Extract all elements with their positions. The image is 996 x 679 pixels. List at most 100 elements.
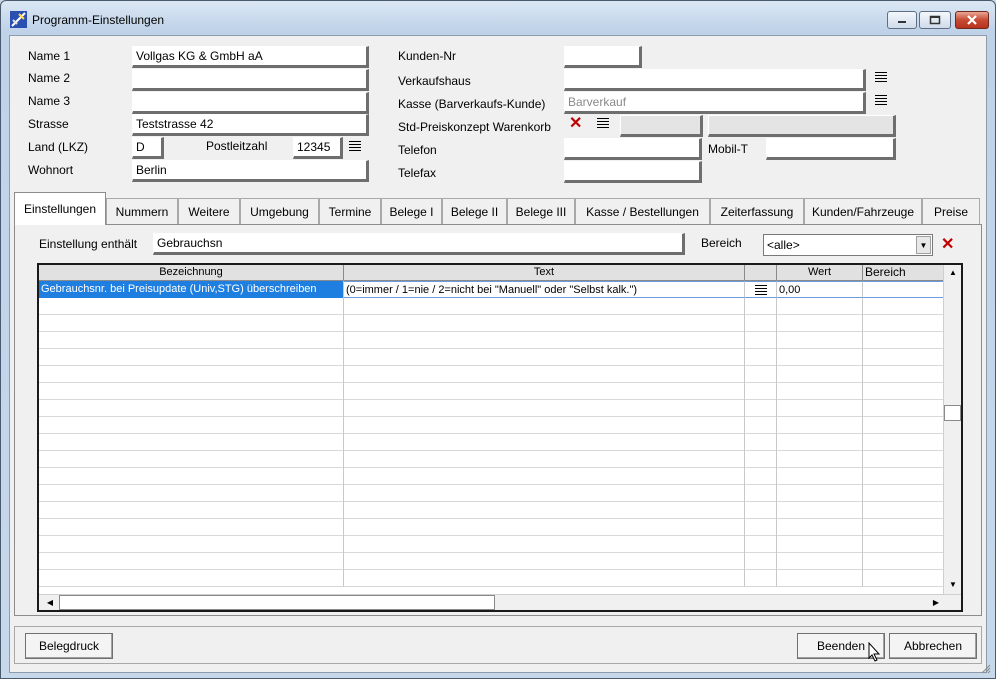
grid-cell[interactable] — [777, 332, 863, 349]
grid-cell[interactable] — [777, 400, 863, 417]
column-header-bereich[interactable]: Bereich — [863, 265, 945, 281]
grid-cell[interactable] — [745, 349, 777, 366]
grid-cell[interactable] — [863, 570, 945, 587]
cash-field[interactable]: Barverkauf — [564, 92, 866, 114]
grid-cell[interactable] — [39, 485, 344, 502]
filter-contains-input[interactable]: Gebrauchsn — [153, 233, 685, 255]
grid-cell[interactable] — [745, 298, 777, 315]
grid-cell[interactable] — [777, 417, 863, 434]
column-header-text[interactable]: Text — [344, 265, 745, 281]
tab-zeiterfassung[interactable]: Zeiterfassung — [710, 198, 804, 224]
chevron-down-icon[interactable]: ▼ — [916, 236, 931, 254]
store-list-icon[interactable] — [875, 72, 887, 84]
grid-cell[interactable] — [745, 536, 777, 553]
table-row[interactable] — [39, 502, 945, 519]
close-window-button[interactable] — [955, 11, 989, 29]
scroll-right-icon[interactable]: ▶ — [929, 596, 943, 610]
grid-cell[interactable] — [863, 349, 945, 366]
grid-cell[interactable] — [777, 383, 863, 400]
tab-belege-3[interactable]: Belege III — [507, 198, 575, 224]
horizontal-scrollbar[interactable]: ◀ ▶ — [39, 594, 961, 610]
tab-belege-2[interactable]: Belege II — [442, 198, 507, 224]
grid-cell[interactable] — [863, 451, 945, 468]
grid-cell[interactable] — [863, 536, 945, 553]
grid-cell[interactable] — [39, 502, 344, 519]
table-row[interactable] — [39, 451, 945, 468]
table-row[interactable] — [39, 519, 945, 536]
grid-cell[interactable] — [745, 315, 777, 332]
grid-cell[interactable] — [777, 451, 863, 468]
grid-cell[interactable] — [745, 468, 777, 485]
customer-no-field[interactable] — [564, 46, 642, 68]
table-row[interactable] — [39, 417, 945, 434]
table-row[interactable] — [39, 315, 945, 332]
name3-field[interactable] — [132, 92, 369, 114]
grid-cell[interactable] — [863, 383, 945, 400]
grid-cell[interactable] — [745, 519, 777, 536]
grid-cell[interactable] — [344, 315, 745, 332]
grid-cell[interactable] — [745, 485, 777, 502]
scroll-left-icon[interactable]: ◀ — [43, 596, 57, 610]
grid-cell[interactable] — [777, 468, 863, 485]
table-row[interactable] — [39, 485, 945, 502]
table-row[interactable] — [39, 553, 945, 570]
grid-cell[interactable] — [745, 434, 777, 451]
scroll-up-icon[interactable]: ▲ — [946, 266, 960, 280]
grid-cell[interactable] — [777, 536, 863, 553]
grid-cell[interactable] — [745, 400, 777, 417]
grid-cell[interactable] — [344, 349, 745, 366]
grid-cell[interactable] — [745, 366, 777, 383]
table-row[interactable] — [39, 366, 945, 383]
column-header-bezeichnung[interactable]: Bezeichnung — [39, 265, 344, 281]
grid-cell[interactable] — [863, 298, 945, 315]
grid-cell[interactable] — [344, 519, 745, 536]
clear-price-concept-icon[interactable]: ✕ — [569, 116, 582, 132]
phone-field[interactable] — [564, 138, 702, 160]
table-row[interactable] — [39, 570, 945, 587]
grid-cell[interactable] — [777, 485, 863, 502]
tab-kasse-bestellungen[interactable]: Kasse / Bestellungen — [575, 198, 710, 224]
column-header-blank[interactable] — [745, 265, 777, 281]
grid-cell[interactable] — [863, 519, 945, 536]
grid-cell[interactable] — [777, 434, 863, 451]
grid-cell[interactable] — [39, 332, 344, 349]
grid-cell[interactable] — [863, 332, 945, 349]
cell-bezeichnung[interactable]: Gebrauchsnr. bei Preisupdate (Univ,STG) … — [39, 281, 344, 298]
grid-cell[interactable] — [344, 366, 745, 383]
grid-cell[interactable] — [777, 366, 863, 383]
grid-cell[interactable] — [344, 451, 745, 468]
grid-cell[interactable] — [745, 553, 777, 570]
name1-field[interactable]: Vollgas KG & GmbH aA — [132, 46, 369, 68]
grid-cell[interactable] — [39, 434, 344, 451]
grid-cell[interactable] — [39, 417, 344, 434]
table-row[interactable] — [39, 434, 945, 451]
grid-cell[interactable] — [863, 434, 945, 451]
grid-cell[interactable] — [863, 553, 945, 570]
grid-cell[interactable] — [777, 315, 863, 332]
grid-cell[interactable] — [863, 485, 945, 502]
grid-cell[interactable] — [863, 468, 945, 485]
grid-cell[interactable] — [344, 417, 745, 434]
grid-cell[interactable] — [39, 468, 344, 485]
grid-cell[interactable] — [344, 332, 745, 349]
city-field[interactable]: Berlin — [132, 160, 369, 182]
grid-cell[interactable] — [344, 502, 745, 519]
grid-cell[interactable] — [344, 298, 745, 315]
table-row[interactable] — [39, 400, 945, 417]
cell-wert[interactable]: 0,00 — [777, 281, 863, 298]
grid-cell[interactable] — [777, 502, 863, 519]
tab-einstellungen[interactable]: Einstellungen — [14, 192, 106, 225]
table-row[interactable] — [39, 332, 945, 349]
grid-cell[interactable] — [863, 417, 945, 434]
grid-cell[interactable] — [39, 400, 344, 417]
vertical-scroll-thumb[interactable] — [944, 405, 961, 421]
cancel-button[interactable]: Abbrechen — [889, 633, 977, 659]
grid-cell[interactable] — [745, 502, 777, 519]
grid-cell[interactable] — [39, 349, 344, 366]
tab-umgebung[interactable]: Umgebung — [240, 198, 319, 224]
tab-termine[interactable]: Termine — [319, 198, 381, 224]
zip-list-icon[interactable] — [349, 141, 361, 153]
country-field[interactable]: D — [132, 137, 164, 159]
store-field[interactable] — [564, 69, 866, 91]
mobile-field[interactable] — [766, 138, 896, 160]
